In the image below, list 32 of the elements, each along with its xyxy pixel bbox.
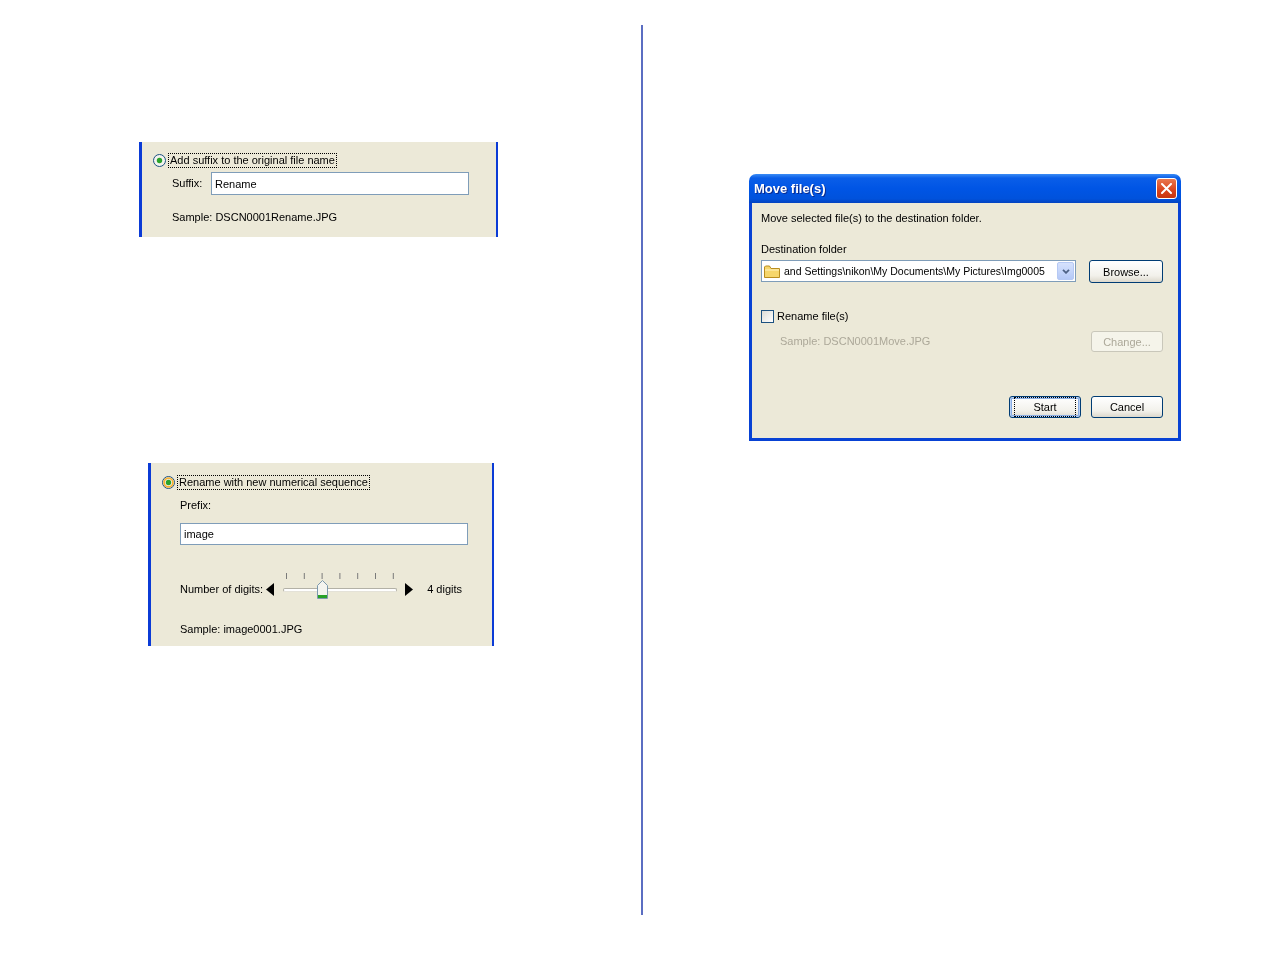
folder-icon [764, 264, 780, 278]
close-button[interactable] [1156, 178, 1177, 199]
dialog-button[interactable]: Cancel [1091, 396, 1163, 418]
dropdown-button[interactable] [1057, 262, 1074, 280]
rename-checkbox[interactable] [761, 310, 774, 323]
left-arrow-icon[interactable] [266, 583, 275, 596]
slider-thumb[interactable] [316, 580, 328, 599]
sample-text: Sample: image0001.JPG [180, 623, 303, 636]
rename-label[interactable]: Rename file(s) [777, 310, 849, 323]
digits-reading: 4 digits [427, 583, 462, 596]
destination-combo[interactable]: and Settings\nikon\My Documents\My Pictures\Img0005 [761, 260, 1076, 282]
right-arrow-icon[interactable] [405, 583, 414, 596]
scale-ticks-icon [286, 573, 395, 579]
dialog-button[interactable]: Start [1009, 396, 1081, 418]
option-label[interactable]: Add suffix to the original file name [169, 153, 336, 167]
radio-button[interactable] [153, 153, 166, 167]
digits-label: Number of digits: [180, 583, 264, 596]
prefix-label: Prefix: [180, 499, 212, 512]
sample-text: Sample: DSCN0001Rename.JPG [172, 211, 338, 224]
chevron-down-icon [1061, 268, 1070, 274]
suffix-field[interactable]: Rename [211, 172, 469, 195]
browse-button[interactable]: Browse... [1089, 260, 1163, 283]
digits-slider-track[interactable] [283, 572, 398, 599]
destination-label: Destination folder [761, 243, 847, 256]
sample-text: Sample: DSCN0001Move.JPG [780, 335, 931, 348]
close-icon [1161, 183, 1172, 194]
radio-button[interactable] [162, 475, 175, 489]
message-text: Move selected file(s) to the destination folder. [761, 212, 982, 225]
prefix-field[interactable]: image [180, 523, 468, 545]
dialog-title: Move file(s) [754, 181, 827, 196]
suffix-label: Suffix: [172, 177, 203, 190]
option-label[interactable]: Rename with new numerical sequence [178, 475, 369, 489]
